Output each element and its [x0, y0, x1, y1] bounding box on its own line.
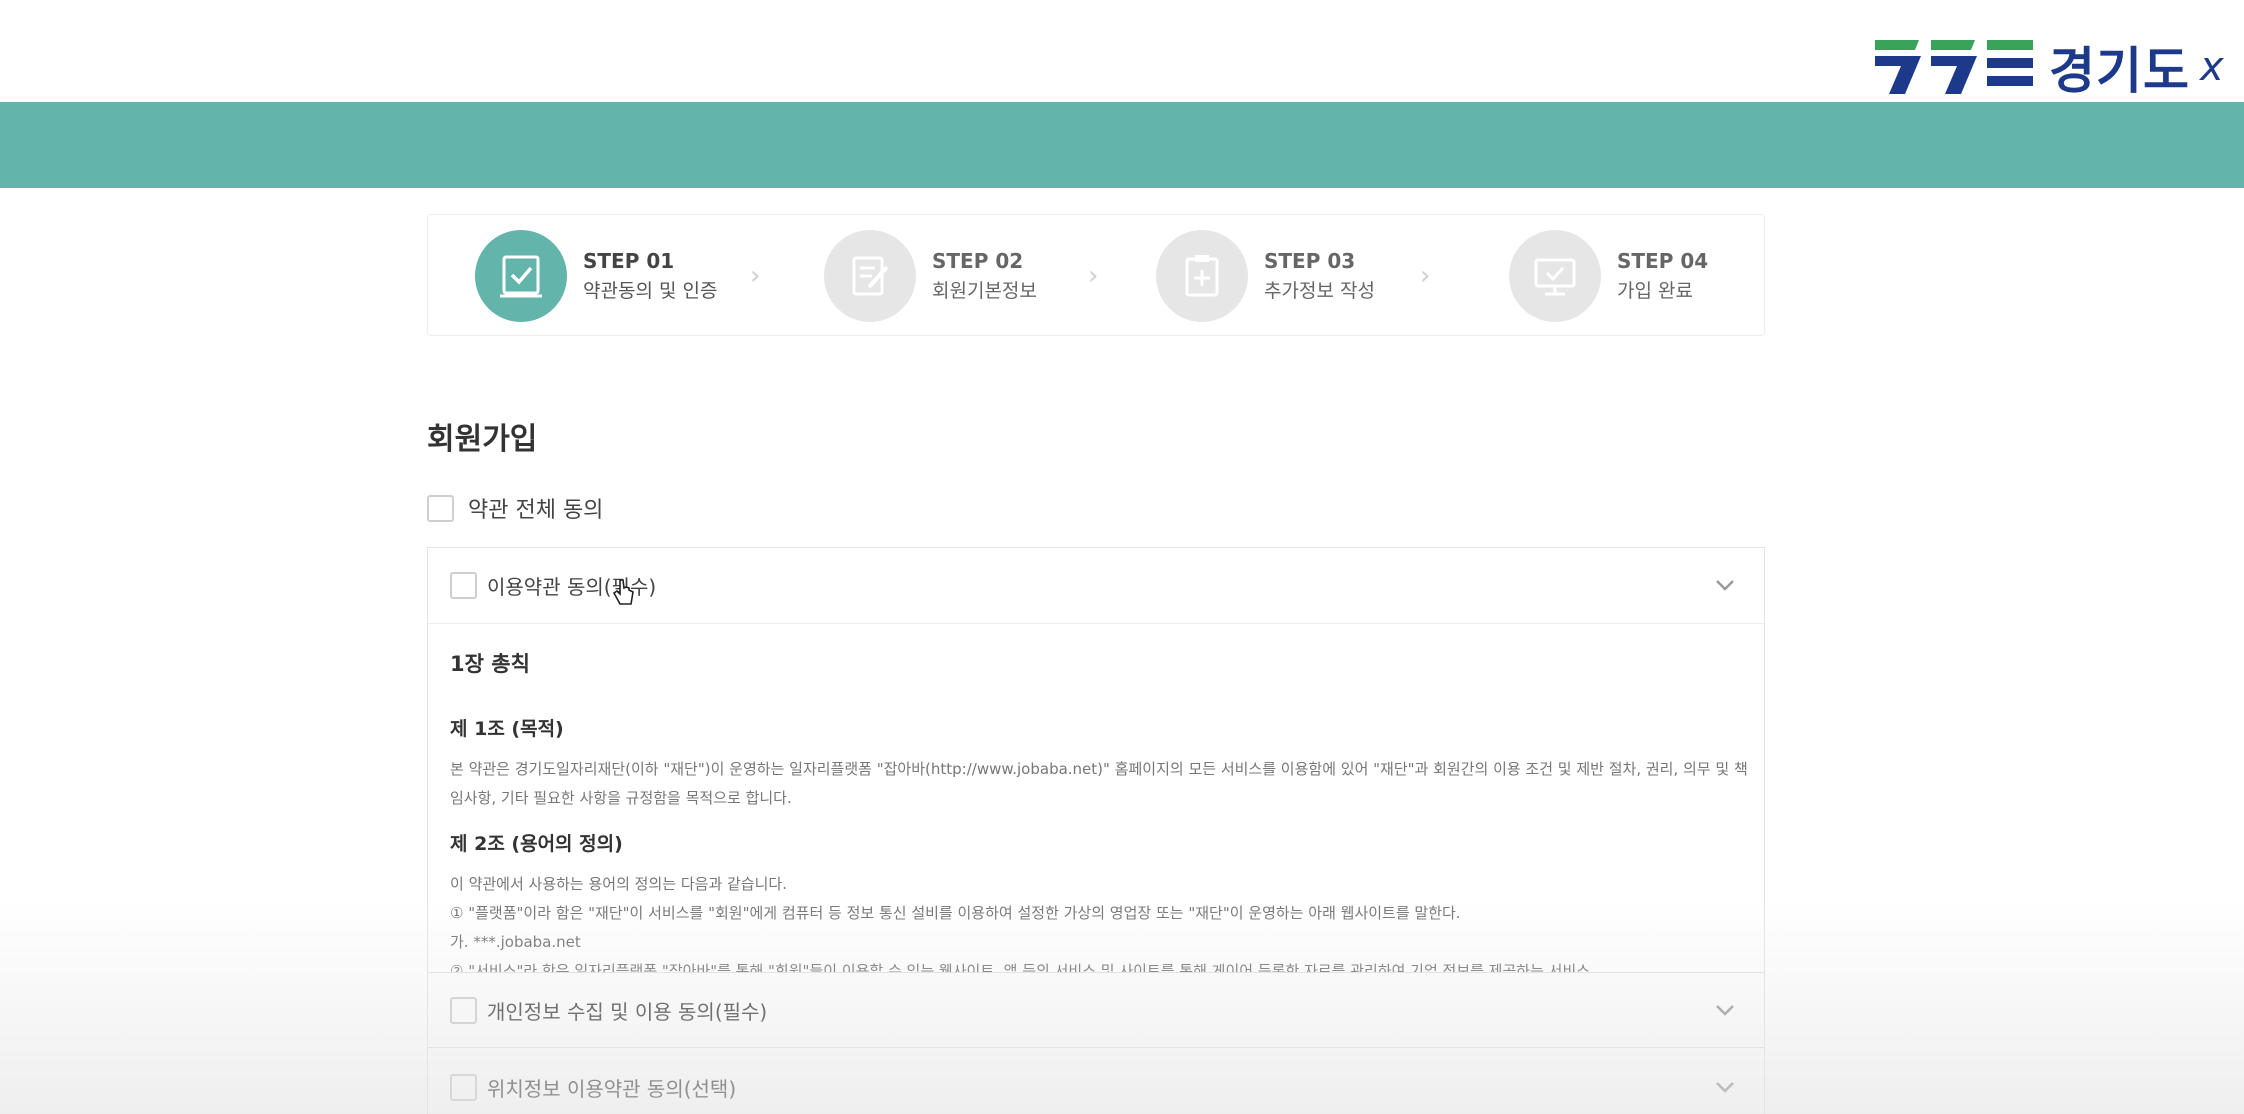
- page-title: 회원가입: [427, 422, 538, 457]
- page: 경기도 x STEP 01 약관동의 및 인증 › STEP 02 회원기본정보…: [0, 0, 2244, 1114]
- logo-suffix: x: [2200, 44, 2224, 90]
- step-label: 회원기본정보: [932, 280, 1037, 302]
- gyeonggi-logo[interactable]: 경기도 x: [1875, 36, 2224, 100]
- location-terms-checkbox[interactable]: [450, 1074, 477, 1101]
- step-number: STEP 04: [1617, 249, 1709, 273]
- step-3: STEP 03 추가정보 작성: [1156, 229, 1375, 323]
- article-1-title: 제 1조 (목적): [450, 718, 564, 740]
- chapter-title: 1장 총칙: [450, 652, 530, 676]
- top-header: 경기도 x: [0, 0, 2244, 102]
- terms-text: 1장 총칙 제 1조 (목적) 본 약관은 경기도일자리재단(이하 "재단")이…: [450, 648, 1750, 986]
- signup-steps: STEP 01 약관동의 및 인증 › STEP 02 회원기본정보 › STE…: [427, 214, 1765, 336]
- chevron-down-icon[interactable]: [1710, 995, 1740, 1025]
- step-number: STEP 03: [1264, 249, 1356, 273]
- gyeonggi-logo-mark: [1875, 40, 2033, 94]
- chevron-right-icon: ›: [1088, 261, 1099, 291]
- article-2-line: 가. ***.jobaba.net: [450, 933, 581, 951]
- article-1-body: 본 약관은 경기도일자리재단(이하 "재단")이 운영하는 일자리플랫폼 "잡아…: [450, 760, 1748, 807]
- agree-all-checkbox[interactable]: [427, 494, 454, 522]
- chevron-right-icon: ›: [1420, 261, 1431, 291]
- terms-accordion: 이용약관 동의(필수) 1장 총칙 제 1조 (목적) 본 약관은 경기도일자리…: [427, 547, 1765, 1114]
- edit-form-icon: [824, 230, 916, 322]
- checklist-icon: [475, 230, 567, 322]
- step-2: STEP 02 회원기본정보: [824, 229, 1037, 323]
- article-2-line: 이 약관에서 사용하는 용어의 정의는 다음과 같습니다.: [450, 875, 787, 893]
- logo-text: 경기도: [2049, 42, 2190, 100]
- privacy-consent-checkbox[interactable]: [450, 996, 477, 1024]
- location-terms-header[interactable]: 위치정보 이용약관 동의(선택): [428, 1050, 1764, 1114]
- terms-of-use-checkbox[interactable]: [450, 572, 477, 599]
- step-4: STEP 04 가입 완료: [1509, 229, 1708, 323]
- clipboard-plus-icon: [1156, 230, 1248, 322]
- article-2-title: 제 2조 (용어의 정의): [450, 833, 623, 855]
- article-2-line: ① "플랫폼"이라 함은 "재단"이 서비스를 "회원"에게 컴퓨터 등 정보 …: [450, 904, 1461, 922]
- privacy-consent-header[interactable]: 개인정보 수집 및 이용 동의(필수): [428, 972, 1764, 1048]
- privacy-consent-label[interactable]: 개인정보 수집 및 이용 동의(필수): [487, 996, 767, 1025]
- agree-all-row[interactable]: 약관 전체 동의: [427, 492, 603, 524]
- monitor-icon: [1509, 230, 1601, 322]
- step-number: STEP 02: [932, 249, 1024, 273]
- agree-all-label[interactable]: 약관 전체 동의: [468, 492, 603, 524]
- chevron-down-icon[interactable]: [1710, 570, 1740, 600]
- step-1: STEP 01 약관동의 및 인증: [475, 229, 717, 323]
- step-label: 약관동의 및 인증: [583, 280, 718, 302]
- location-terms-label[interactable]: 위치정보 이용약관 동의(선택): [487, 1073, 736, 1102]
- step-label: 가입 완료: [1617, 280, 1693, 302]
- step-number: STEP 01: [583, 249, 675, 273]
- chevron-right-icon: ›: [750, 261, 761, 291]
- step-label: 추가정보 작성: [1264, 280, 1375, 302]
- chevron-down-icon[interactable]: [1710, 1072, 1740, 1102]
- header-banner: [0, 102, 2244, 188]
- hand-cursor-icon: [612, 579, 634, 605]
